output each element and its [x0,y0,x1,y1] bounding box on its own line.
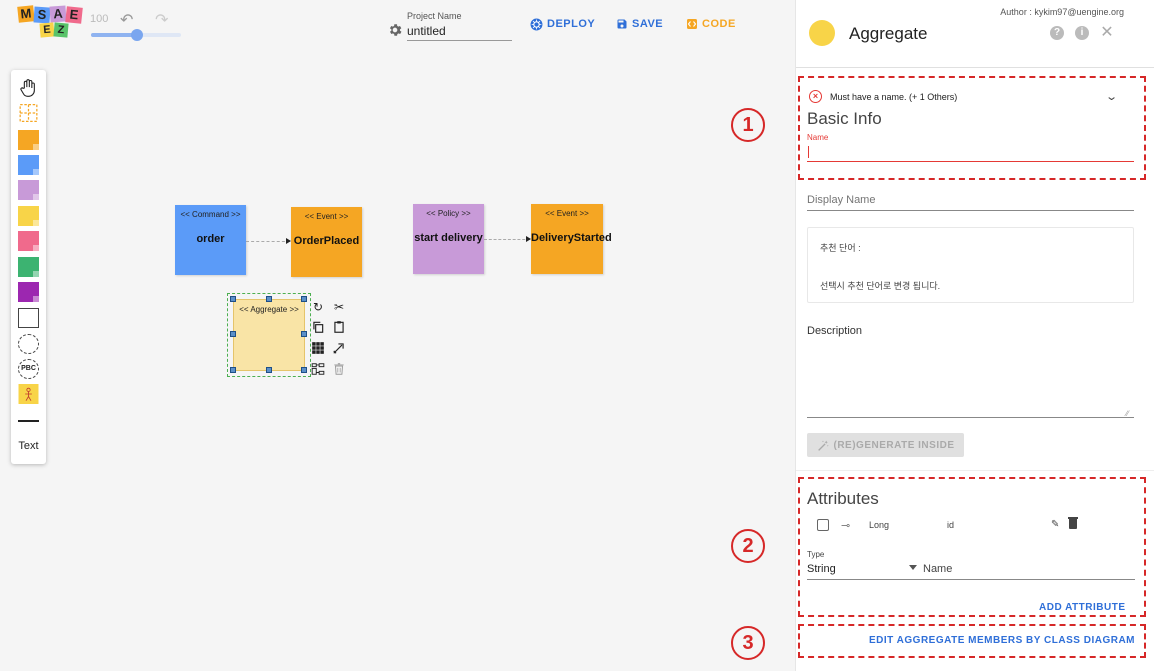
hierarchy-icon[interactable] [311,362,325,376]
highlight-box [798,76,1146,180]
zoom-slider[interactable] [91,29,181,41]
aggregate-node[interactable]: << Aggregate >> [233,299,305,371]
highlight-box [798,477,1146,617]
info-icon[interactable]: i [1075,26,1089,40]
logo-letter: M [17,5,35,23]
regenerate-inside-button[interactable]: (RE)GENERATE INSIDE [807,433,964,457]
aggregate-icon [809,20,835,46]
resize-handle[interactable] [230,331,236,337]
logo-letter: E [39,22,55,38]
aggregate-sticker[interactable] [18,206,39,226]
resize-handle[interactable] [301,367,307,373]
bounded-context-icon[interactable] [18,334,39,354]
note-sticker[interactable] [18,308,39,328]
grid-layout-icon[interactable] [311,341,325,355]
kubernetes-icon [530,18,543,30]
zoom-slider-fill [91,33,136,37]
gear-icon[interactable] [387,22,403,38]
zoom-slider-knob[interactable] [131,29,143,41]
resize-handle[interactable] [230,367,236,373]
help-icon[interactable]: ? [1050,26,1064,40]
author-text: Author : kykim97@uengine.org [1000,7,1124,17]
zoom-value: 100 [90,13,109,25]
code-button[interactable]: CODE [686,17,736,31]
node-stereotype: << Policy >> [426,209,471,218]
ui-sticker[interactable] [18,282,39,302]
callout-badge: 2 [731,529,765,563]
node-label: DeliveryStarted [531,232,612,244]
paste-icon[interactable] [332,320,346,334]
edge-line [484,239,530,240]
project-name-input[interactable] [407,22,512,41]
callout-badge: 3 [731,626,765,660]
save-button[interactable]: SAVE [616,17,663,31]
divider [796,67,1154,68]
event-sticker[interactable] [18,130,39,150]
node-stereotype: << Event >> [545,209,589,218]
node-label: order [196,233,225,245]
rotate-icon[interactable]: ↻ [311,300,325,314]
description-input[interactable] [807,342,1134,418]
undo-icon[interactable]: ↶ [120,10,133,30]
policy-sticker[interactable] [18,180,39,200]
redo-icon[interactable]: ↷ [155,10,168,30]
resize-grip-icon[interactable]: ∕∕ [1126,409,1129,418]
display-name-input[interactable] [807,190,1134,211]
pbc-icon[interactable]: PBC [18,359,39,379]
logo-letter: Z [53,22,69,38]
line-tool[interactable] [18,420,39,422]
description-label: Description [807,325,863,337]
bounded-context-grid-icon[interactable] [18,103,39,123]
policy-node[interactable]: << Policy >> start delivery [413,204,484,274]
connect-arrow-icon[interactable] [332,341,346,355]
node-label: start delivery [414,232,483,244]
node-stereotype: << Aggregate >> [239,305,299,314]
command-node[interactable]: << Command >> order [175,205,246,275]
readmodel-sticker[interactable] [18,257,39,277]
actor-sticker[interactable] [18,384,39,404]
callout-badge: 1 [731,108,765,142]
code-label: CODE [702,18,736,30]
sticker-palette: PBC Text [11,70,46,464]
regenerate-label: (RE)GENERATE INSIDE [833,439,955,451]
event-node[interactable]: << Event >> DeliveryStarted [531,204,612,274]
external-sticker[interactable] [18,231,39,251]
logo-letter: S [33,6,51,24]
hand-icon[interactable] [18,78,39,98]
cut-icon[interactable]: ✂ [332,300,346,314]
recommendation-hint: 선택시 추천 단어로 변경 됩니다. [820,281,941,291]
node-stereotype: << Command >> [180,210,241,219]
event-node[interactable]: << Event >> OrderPlaced [291,207,362,277]
deploy-button[interactable]: DEPLOY [530,17,595,31]
recommendation-box: 추천 단어 : 선택시 추천 단어로 변경 됩니다. [807,227,1134,303]
highlight-box [798,624,1146,658]
save-icon [617,19,627,29]
logo-letter: E [65,6,83,24]
logo-letter: A [49,5,67,23]
msaez-logo[interactable]: M S A E E Z [17,5,84,38]
project-name-label: Project Name [407,11,462,21]
resize-handle[interactable] [230,296,236,302]
resize-handle[interactable] [301,296,307,302]
resize-handle[interactable] [301,331,307,337]
divider [796,470,1154,471]
close-icon[interactable]: ✕ [1100,25,1114,41]
resize-handle[interactable] [266,296,272,302]
node-stereotype: << Event >> [304,212,349,221]
text-tool[interactable]: Text [11,440,46,452]
recommendation-title: 추천 단어 : [820,243,861,253]
node-label: OrderPlaced [293,235,360,247]
code-icon [687,19,697,29]
save-label: SAVE [632,18,664,30]
edge-line [246,241,290,242]
command-sticker[interactable] [18,155,39,175]
copy-icon[interactable] [311,320,325,334]
trash-icon[interactable] [332,362,346,376]
resize-handle[interactable] [266,367,272,373]
panel-title: Aggregate [849,24,928,43]
deploy-label: DEPLOY [547,18,596,30]
magic-wand-icon [817,440,829,451]
